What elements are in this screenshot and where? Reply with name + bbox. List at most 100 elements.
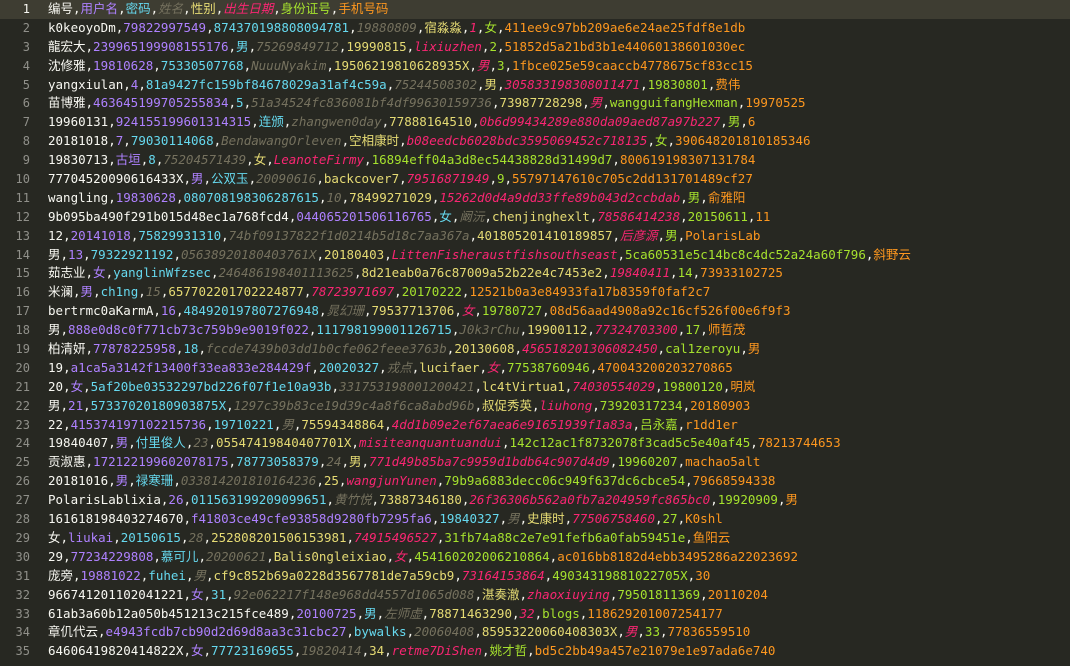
editor-line[interactable]: 23 22,415374197102215736,19710221,男,75594… bbox=[0, 416, 1070, 435]
csv-field: 阚沅 bbox=[459, 208, 485, 224]
line-content: 20181016,男,禄寒珊,033814201810164236,25,wan… bbox=[48, 472, 775, 491]
csv-field: 女 bbox=[253, 152, 267, 168]
csv-field: 19900112 bbox=[527, 322, 588, 338]
editor-line[interactable]: 33 61ab3a60b12a050b451213c215fce489,20100… bbox=[0, 605, 1070, 624]
comma-separator: , bbox=[479, 359, 487, 375]
comma-separator: , bbox=[63, 227, 71, 243]
editor-line[interactable]: 6 苗博雅,463645199705255834,5,51a34524fc8360… bbox=[0, 94, 1070, 113]
comma-separator: , bbox=[612, 227, 621, 243]
comma-separator: , bbox=[326, 492, 335, 508]
csv-field: 78213744653 bbox=[757, 435, 841, 451]
editor-line[interactable]: 19 柏清妍,77878225958,18,fccde7439b03dd1b0cf… bbox=[0, 340, 1070, 359]
comma-separator: , bbox=[85, 265, 94, 281]
editor-line[interactable]: 31 庞旁,19881022,fuhei,男,cf9c852b69a0228d35… bbox=[0, 567, 1070, 586]
editor-line[interactable]: 27 PolarisLablixia,26,011563199209099651,… bbox=[0, 491, 1070, 510]
editor-line[interactable]: 18 男,888e0d8c0f771cb73c759b9e9019f022,111… bbox=[0, 321, 1070, 340]
csv-field: 79030114068 bbox=[130, 133, 214, 149]
csv-field: machao5alt bbox=[685, 454, 761, 470]
editor-line[interactable]: 13 12,20141018,75829931310,74bf09137822f1… bbox=[0, 227, 1070, 246]
csv-field: k0keoyoDm bbox=[48, 19, 116, 35]
editor-line[interactable]: 24 19840407,男,付里俊人,23,05547419840407701X,… bbox=[0, 434, 1070, 453]
comma-separator: , bbox=[173, 246, 181, 262]
comma-separator: , bbox=[341, 454, 349, 470]
editor-line[interactable]: 14 男,13,79322921192,05638920180403761X,20… bbox=[0, 246, 1070, 265]
line-content: 9b095ba490f291b015d48ec1a768fcd4, 0440652… bbox=[48, 208, 770, 227]
line-content: 19,a1ca5a3142f13400f33ea833e284429f,2002… bbox=[48, 359, 733, 378]
code-editor[interactable]: 1 编号,用户名,密码,姓名,性别,出生日期,身份证号,手机号码 2 k0keoyoD… bbox=[0, 0, 1070, 666]
editor-line[interactable]: 10 77704520090616433X,男,公双玉,20090616,back… bbox=[0, 170, 1070, 189]
csv-field: 男 bbox=[281, 416, 294, 432]
csv-field: 叔促秀英 bbox=[482, 397, 533, 413]
csv-field: PolarisLablixia bbox=[48, 492, 161, 508]
comma-separator: , bbox=[602, 265, 610, 281]
csv-field: 女 bbox=[655, 133, 668, 149]
csv-field: 92e062217f148e968dd4557d1065d088 bbox=[233, 586, 475, 602]
csv-field: 19990815 bbox=[346, 38, 407, 54]
editor-line[interactable]: 30 29,77234229808,慕可儿,20200621,Balis0ngle… bbox=[0, 548, 1070, 567]
editor-line[interactable]: 9 19830713,古垣,8,75204571439,女,LeanoteFirm… bbox=[0, 151, 1070, 170]
comma-separator: , bbox=[228, 38, 237, 54]
editor-line[interactable]: 2 k0keoyoDm,79822997549,87437019880809478… bbox=[0, 19, 1070, 38]
editor-line[interactable]: 15 茹志业,女,yanglinWfzsec,246486198401113625… bbox=[0, 264, 1070, 283]
csv-field: 75244508302 bbox=[394, 76, 478, 92]
editor-line[interactable]: 17 bertrmc0aKarmA,16,484920197807276948,晁… bbox=[0, 302, 1070, 321]
csv-field: 男 bbox=[727, 114, 741, 130]
comma-separator: , bbox=[85, 341, 94, 357]
editor-line[interactable]: 22 男,21,57337020180903875X,1297c39b83ce19… bbox=[0, 397, 1070, 416]
csv-field: 29 bbox=[48, 548, 64, 564]
csv-field: 男 bbox=[191, 171, 204, 187]
editor-line[interactable]: 7 19960131,924155199601314315,连颁,zhangwen… bbox=[0, 113, 1070, 132]
comma-separator: , bbox=[667, 133, 676, 149]
csv-field: 姓名 bbox=[158, 1, 184, 16]
csv-field: 19840411 bbox=[609, 265, 671, 281]
line-number: 17 bbox=[15, 304, 30, 319]
editor-line[interactable]: 3 龍宏大,239965199908155176,男,75269849712,19… bbox=[0, 38, 1070, 57]
csv-field: 男 bbox=[48, 246, 61, 262]
csv-field: 20110204 bbox=[707, 586, 768, 602]
editor-line[interactable]: 34 章仉代云,e4943fcdb7cb90d2d69d8aa3c31cbc27,… bbox=[0, 623, 1070, 642]
csv-field: 74915496527 bbox=[354, 529, 437, 545]
csv-field: 6 bbox=[747, 114, 756, 130]
csv-field: 湛奏澈 bbox=[482, 586, 520, 602]
csv-field: 111798199001126715 bbox=[316, 322, 452, 338]
csv-field: 1297c39b83ce19d39c4a8f6ca8abd96b bbox=[233, 397, 475, 413]
editor-line[interactable]: 4 沈修雅,19810628,75330507768,NuuuNyakim,195… bbox=[0, 57, 1070, 76]
editor-line[interactable]: 20 19,a1ca5a3142f13400f33ea833e284429f,20… bbox=[0, 359, 1070, 378]
csv-field: 20180403 bbox=[323, 246, 385, 262]
editor-line[interactable]: 8 20181018,7,79030114068,BendawangOrleven… bbox=[0, 132, 1070, 151]
line-number: 27 bbox=[15, 493, 30, 508]
csv-field: 5af20be03532297bd226f07f1e10a93b bbox=[90, 378, 332, 394]
csv-field: 77506758460 bbox=[572, 511, 655, 527]
comma-separator: , bbox=[266, 152, 274, 168]
csv-field: 密码 bbox=[125, 1, 151, 16]
editor-line[interactable]: 29 女,liukai,20150615,28,25280820150615398… bbox=[0, 529, 1070, 548]
editor-line[interactable]: 16 米澜,男,ch1ng,15,657702201702224877,78723… bbox=[0, 283, 1070, 302]
csv-field: 性别 bbox=[190, 1, 216, 16]
editor-line[interactable]: 25 贡淑惠,172122199602078175,78773058379,24,… bbox=[0, 453, 1070, 472]
csv-field: 章仉代云 bbox=[48, 624, 99, 640]
editor-line[interactable]: 32 966741201102041221,女,31,92e062217f148e… bbox=[0, 586, 1070, 605]
line-content: 966741201102041221,女,31,92e062217f148e96… bbox=[48, 586, 768, 605]
comma-separator: , bbox=[710, 492, 718, 508]
editor-line[interactable]: 11 wangling,19830628,080708198306287615,1… bbox=[0, 189, 1070, 208]
line-number: 6 bbox=[22, 96, 30, 111]
csv-field: 57337020180903875X bbox=[90, 397, 227, 413]
comma-separator: , bbox=[206, 416, 214, 432]
csv-field: 16 bbox=[160, 303, 176, 319]
csv-field: 08d56aad4908a92c16cf526f00e6f9f3 bbox=[549, 303, 791, 319]
line-number: 10 bbox=[15, 172, 30, 187]
comma-separator: , bbox=[63, 378, 71, 394]
line-content: 19960131,924155199601314315,连颁,zhangwen0… bbox=[48, 113, 755, 132]
editor-line[interactable]: 5 yangxiulan,4,81a9427fc159bf84678029a31a… bbox=[0, 76, 1070, 95]
editor-line[interactable]: 28 161618198403274670,f41803ce49cfe93858d… bbox=[0, 510, 1070, 529]
editor-line[interactable]: 35 64606419820414822X,女,77723169655,19820… bbox=[0, 642, 1070, 661]
editor-line[interactable]: 12 9b095ba490f291b015d48ec1a768fcd4, 04406… bbox=[0, 208, 1070, 227]
comma-separator: , bbox=[108, 435, 116, 451]
editor-line[interactable]: 26 20181016,男,禄寒珊,033814201810164236,25,w… bbox=[0, 472, 1070, 491]
line-number: 29 bbox=[15, 530, 30, 545]
csv-field: 033814201810164236 bbox=[180, 473, 317, 489]
editor-line[interactable]: 21 20,女,5af20be03532297bd226f07f1e10a93b,… bbox=[0, 378, 1070, 397]
line-number: 11 bbox=[15, 190, 30, 205]
line-number: 28 bbox=[15, 512, 30, 527]
editor-line[interactable]: 1 编号,用户名,密码,姓名,性别,出生日期,身份证号,手机号码 bbox=[0, 0, 1070, 19]
